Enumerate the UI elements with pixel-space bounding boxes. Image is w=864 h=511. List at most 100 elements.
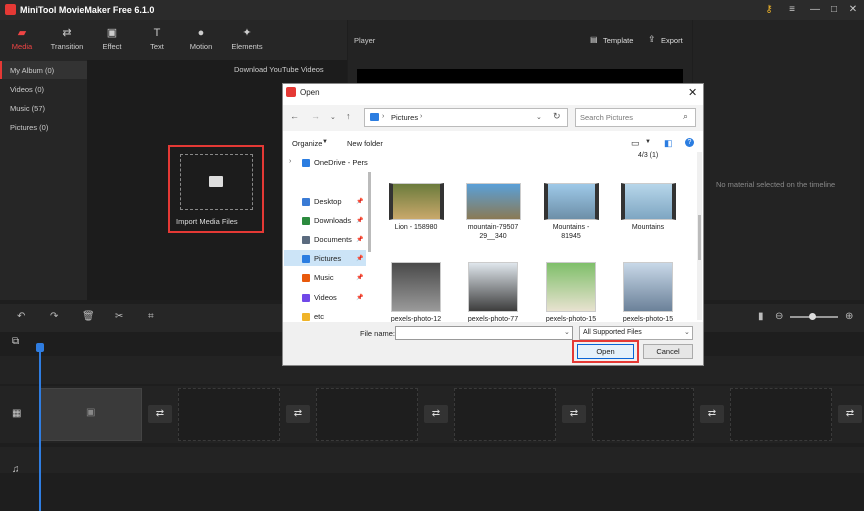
new-folder-button[interactable]: New folder bbox=[347, 139, 383, 148]
sidebar-item-my-album[interactable]: My Album (0) bbox=[10, 66, 54, 75]
minimize-icon[interactable]: — bbox=[808, 3, 822, 17]
toolbar-tab-elements[interactable]: ✦ Elements bbox=[227, 26, 267, 51]
file-name-dropdown-icon[interactable]: ⌄ bbox=[564, 328, 570, 336]
open-button[interactable]: Open bbox=[577, 344, 634, 359]
menu-icon[interactable]: ≡ bbox=[785, 3, 799, 17]
playhead-handle[interactable] bbox=[36, 343, 44, 352]
crop-icon[interactable]: ⌗ bbox=[148, 311, 154, 322]
pin-icon: 📌 bbox=[356, 237, 364, 243]
toolbar-tab-label: Effect bbox=[102, 42, 122, 51]
nav-scrollbar[interactable] bbox=[368, 172, 371, 252]
delete-icon[interactable]: 🗑 bbox=[82, 311, 95, 322]
toolbar-tab-transition[interactable]: ⇄ Transition bbox=[47, 26, 87, 51]
nav-item-videos[interactable]: Videos bbox=[314, 293, 337, 302]
file-name: Mountains bbox=[631, 224, 665, 231]
file-thumbnail bbox=[388, 183, 444, 220]
file-item[interactable]: mountain-79507 29__340 bbox=[457, 183, 529, 241]
search-icon: ⌕ bbox=[683, 111, 689, 121]
chevron-down-icon: ⌄ bbox=[684, 329, 690, 336]
preview-pane-icon[interactable]: ◧ bbox=[664, 138, 673, 149]
redo-icon[interactable]: ↷ bbox=[50, 311, 58, 322]
toolbar-tab-media[interactable]: ▰ Media bbox=[2, 26, 42, 51]
video-slot[interactable] bbox=[592, 388, 694, 441]
address-dropdown-icon[interactable]: ⌄ bbox=[536, 113, 542, 121]
nav-item-music[interactable]: Music bbox=[314, 273, 334, 282]
export-button[interactable]: Export bbox=[661, 36, 683, 45]
transition-slot-icon[interactable]: ⇄ bbox=[838, 405, 862, 423]
chevron-down-icon[interactable]: ▼ bbox=[645, 139, 651, 145]
undo-icon[interactable]: ↶ bbox=[17, 311, 25, 322]
video-slot[interactable] bbox=[316, 388, 418, 441]
playhead[interactable] bbox=[39, 345, 41, 511]
video-slot[interactable] bbox=[730, 388, 832, 441]
properties-panel bbox=[693, 20, 864, 300]
forward-icon[interactable]: → bbox=[311, 111, 320, 121]
music-track bbox=[0, 447, 864, 473]
app-title: MiniTool MovieMaker Free 6.1.0 bbox=[20, 5, 155, 15]
toolbar-tab-motion[interactable]: ● Motion bbox=[181, 26, 221, 51]
recent-locations-icon[interactable]: ⌄ bbox=[330, 113, 336, 121]
no-material-message: No material selected on the timeline bbox=[716, 180, 836, 189]
file-item[interactable]: Mountains - 81945 bbox=[535, 183, 607, 241]
file-item[interactable]: Mountains bbox=[612, 183, 684, 232]
back-icon[interactable]: ← bbox=[290, 111, 299, 121]
toolbar-tab-effect[interactable]: ▣ Effect bbox=[92, 26, 132, 51]
dialog-app-icon bbox=[286, 87, 296, 97]
pictures-folder-icon bbox=[370, 113, 379, 121]
transition-slot-icon[interactable]: ⇄ bbox=[424, 405, 448, 423]
expand-chevron-icon[interactable]: › bbox=[289, 158, 291, 165]
toolbar-tab-text[interactable]: T Text bbox=[137, 26, 177, 51]
refresh-icon[interactable]: ↻ bbox=[553, 111, 561, 122]
help-icon[interactable]: ? bbox=[685, 138, 694, 147]
nav-item-downloads[interactable]: Downloads bbox=[314, 216, 351, 225]
nav-item-onedrive[interactable]: OneDrive - Pers bbox=[314, 158, 368, 167]
nav-item-etc[interactable]: etc bbox=[314, 312, 324, 321]
file-thumbnail bbox=[620, 183, 676, 220]
dialog-title: Open bbox=[300, 88, 320, 97]
file-thumbnail bbox=[543, 183, 599, 220]
transition-slot-icon[interactable]: ⇄ bbox=[148, 405, 172, 423]
up-folder-icon[interactable]: ↑ bbox=[346, 111, 351, 121]
file-name-input[interactable] bbox=[395, 326, 573, 340]
maximize-icon[interactable]: □ bbox=[827, 3, 841, 17]
toolbar-tab-label: Text bbox=[150, 42, 164, 51]
audio-icon[interactable]: ▮ bbox=[758, 311, 764, 322]
nav-item-icon bbox=[302, 198, 310, 206]
video-track-icon: ▦ bbox=[12, 408, 22, 419]
toolbar-tab-label: Media bbox=[11, 42, 33, 51]
organize-button[interactable]: Organize bbox=[292, 139, 322, 148]
sidebar-item-pictures[interactable]: Pictures (0) bbox=[10, 123, 48, 132]
zoom-out-icon[interactable]: ⊖ bbox=[775, 311, 783, 322]
sidebar-item-music[interactable]: Music (57) bbox=[10, 104, 45, 113]
file-name-label: File name: bbox=[360, 329, 396, 338]
template-button[interactable]: Template bbox=[603, 36, 633, 45]
video-slot[interactable] bbox=[178, 388, 280, 441]
text-icon: T bbox=[153, 27, 161, 39]
sidebar-item-videos[interactable]: Videos (0) bbox=[10, 85, 44, 94]
dialog-close-icon[interactable]: ✕ bbox=[688, 86, 697, 99]
cancel-button[interactable]: Cancel bbox=[643, 344, 693, 359]
transition-slot-icon[interactable]: ⇄ bbox=[700, 405, 724, 423]
download-youtube-link[interactable]: Download YouTube Videos bbox=[234, 65, 324, 74]
motion-icon: ● bbox=[197, 27, 205, 39]
view-options-icon[interactable]: ▭ bbox=[631, 138, 640, 149]
pin-icon: 📌 bbox=[356, 275, 364, 281]
key-icon[interactable]: ⚷ bbox=[762, 3, 776, 17]
nav-item-pictures[interactable]: Pictures bbox=[314, 254, 341, 263]
zoom-in-icon[interactable]: ⊕ bbox=[845, 311, 853, 322]
file-type-value: All Supported Files bbox=[583, 329, 642, 336]
transition-slot-icon[interactable]: ⇄ bbox=[286, 405, 310, 423]
nav-item-icon bbox=[302, 274, 310, 282]
close-icon[interactable]: ✕ bbox=[846, 3, 860, 17]
split-icon[interactable]: ✂ bbox=[115, 311, 123, 322]
zoom-slider-handle[interactable] bbox=[809, 313, 816, 320]
nav-item-desktop[interactable]: Desktop bbox=[314, 197, 342, 206]
video-slot[interactable] bbox=[454, 388, 556, 441]
music-track-icon: ♫ bbox=[12, 464, 20, 475]
add-track-icon[interactable]: ⧉ bbox=[12, 336, 19, 347]
transition-slot-icon[interactable]: ⇄ bbox=[562, 405, 586, 423]
chevron-down-icon: ▼ bbox=[322, 139, 328, 145]
file-item[interactable]: Lion - 158980 bbox=[380, 183, 452, 232]
scrollbar-thumb[interactable] bbox=[698, 215, 701, 260]
nav-item-documents[interactable]: Documents bbox=[314, 235, 352, 244]
